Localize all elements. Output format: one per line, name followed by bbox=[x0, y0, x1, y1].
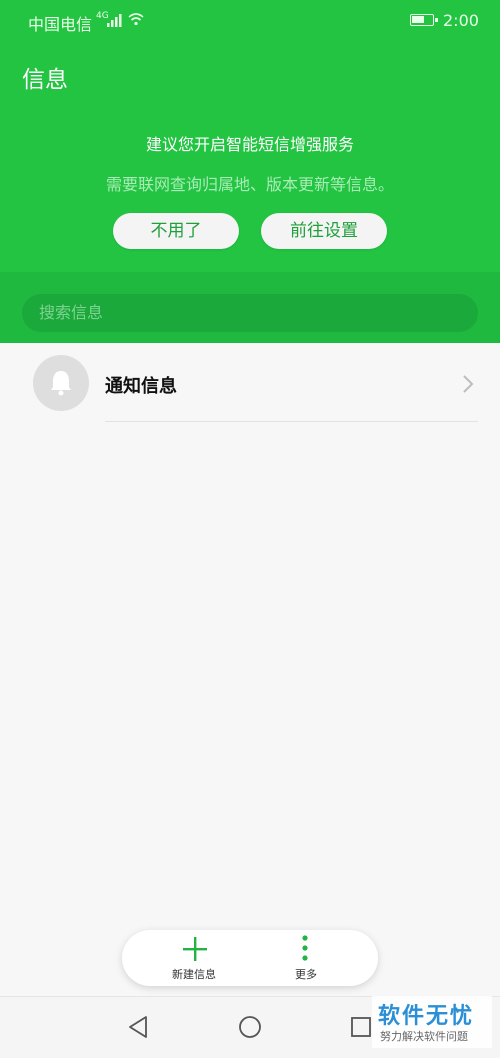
search-input[interactable]: 搜索信息 bbox=[22, 294, 478, 332]
bottom-action-bar: 新建信息 更多 bbox=[122, 930, 378, 986]
back-icon[interactable] bbox=[127, 1015, 149, 1039]
banner-subtitle: 需要联网查询归属地、版本更新等信息。 bbox=[105, 175, 394, 194]
bell-icon bbox=[51, 371, 71, 396]
new-message-button[interactable]: 新建信息 bbox=[130, 930, 258, 986]
home-icon[interactable] bbox=[238, 1015, 262, 1039]
watermark-subtitle: 努力解决软件问题 bbox=[380, 1030, 468, 1043]
avatar bbox=[33, 355, 89, 411]
go-to-settings-button[interactable]: 前往设置 bbox=[261, 213, 387, 249]
plus-icon bbox=[183, 937, 207, 961]
divider bbox=[105, 421, 478, 422]
battery-icon bbox=[410, 14, 438, 26]
signal-icon bbox=[107, 14, 122, 27]
new-message-label: 新建信息 bbox=[172, 968, 216, 981]
recents-icon[interactable] bbox=[350, 1016, 372, 1038]
list-item[interactable]: 通知信息 bbox=[0, 345, 500, 423]
more-button[interactable]: 更多 bbox=[242, 930, 370, 986]
watermark-title: 软件无忧 bbox=[378, 1004, 475, 1029]
conversation-title: 通知信息 bbox=[105, 376, 177, 397]
watermark-logo: 软件无忧 努力解决软件问题 bbox=[372, 996, 492, 1048]
more-vertical-icon bbox=[302, 935, 308, 961]
status-bar: 中国电信 4G 2:00 bbox=[0, 0, 500, 44]
decline-button[interactable]: 不用了 bbox=[113, 213, 239, 249]
more-label: 更多 bbox=[295, 968, 317, 981]
banner-title: 建议您开启智能短信增强服务 bbox=[145, 135, 354, 154]
chevron-right-icon bbox=[463, 375, 474, 393]
carrier-label: 中国电信 bbox=[28, 15, 93, 34]
clock: 2:00 bbox=[443, 11, 479, 30]
wifi-icon bbox=[128, 13, 144, 26]
page-title: 信息 bbox=[22, 67, 68, 93]
